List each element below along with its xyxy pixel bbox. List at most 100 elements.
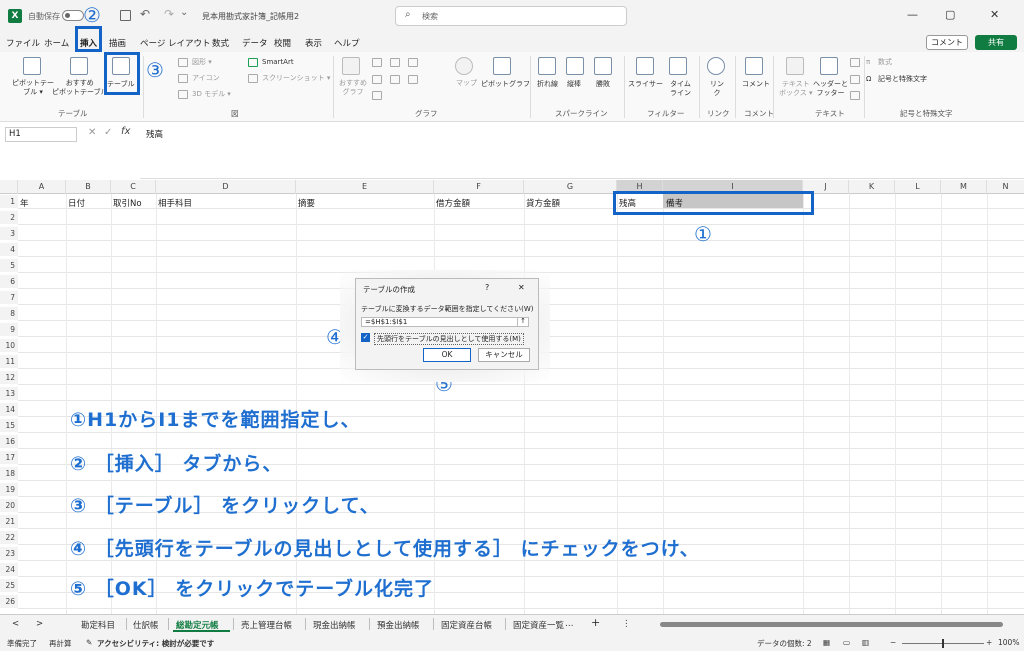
- share-button[interactable]: 共有: [975, 35, 1017, 50]
- dialog-help-icon[interactable]: ?: [485, 283, 489, 292]
- cell-g1[interactable]: 貸方金額: [526, 197, 560, 209]
- link-button[interactable]: リン ク: [710, 80, 724, 98]
- tab-file[interactable]: ファイル: [6, 37, 40, 49]
- pivot-chart-button[interactable]: ピボットグラフ: [481, 80, 530, 89]
- recommended-charts-button[interactable]: おすすめ グラフ: [339, 79, 367, 97]
- select-all-corner[interactable]: [0, 180, 18, 194]
- link-icon[interactable]: [707, 57, 725, 75]
- sparkline-line-button[interactable]: 折れ線: [537, 80, 558, 89]
- sparkline-line-icon[interactable]: [538, 57, 556, 75]
- recommended-pivot-icon[interactable]: [70, 57, 88, 75]
- row-header[interactable]: 11: [0, 355, 18, 368]
- shapes-button[interactable]: 図形 ▾: [192, 58, 212, 67]
- bar-chart-icon[interactable]: [372, 75, 382, 84]
- icons-icon[interactable]: [178, 74, 188, 83]
- shapes-icon[interactable]: [178, 58, 188, 67]
- pie-chart-icon[interactable]: [408, 58, 418, 67]
- row-header[interactable]: 7: [0, 291, 18, 304]
- formula-bar-area[interactable]: [140, 124, 1024, 179]
- cell-d1[interactable]: 相手科目: [158, 197, 192, 209]
- 3d-models-button[interactable]: 3D モデル ▾: [192, 90, 231, 99]
- screenshot-icon[interactable]: [248, 74, 258, 83]
- row-header[interactable]: 5: [0, 259, 18, 272]
- header-footer-icon[interactable]: [820, 57, 838, 75]
- row-header[interactable]: 2: [0, 211, 18, 224]
- header-footer-button[interactable]: ヘッダーと フッター: [813, 80, 848, 98]
- save-icon[interactable]: [120, 10, 131, 21]
- tab-page-layout[interactable]: ページ レイアウト: [140, 37, 211, 49]
- tab-review[interactable]: 校閲: [274, 37, 291, 49]
- cell-e1[interactable]: 摘要: [298, 197, 315, 209]
- sparkline-winloss-icon[interactable]: [594, 57, 612, 75]
- pivot-table-button[interactable]: ピボットテー ブル ▾: [12, 79, 54, 97]
- row-header[interactable]: 10: [0, 339, 18, 352]
- sheet-tab[interactable]: 預金出納帳: [377, 619, 420, 631]
- cancel-button[interactable]: キャンセル: [478, 348, 530, 362]
- row-header[interactable]: 12: [0, 371, 18, 384]
- ok-button[interactable]: OK: [423, 348, 471, 362]
- pivot-table-icon[interactable]: [23, 57, 41, 75]
- row-header[interactable]: 18: [0, 467, 18, 480]
- formula-input[interactable]: 残高: [146, 128, 163, 140]
- recommended-charts-icon[interactable]: [342, 57, 360, 75]
- column-header[interactable]: N: [987, 180, 1024, 194]
- row-header[interactable]: 23: [0, 547, 18, 560]
- zoom-in-icon[interactable]: +: [986, 638, 992, 647]
- accessibility-status[interactable]: アクセシビリティ: 検討が必要です: [97, 638, 214, 649]
- name-box[interactable]: H1: [5, 127, 77, 142]
- page-break-view-icon[interactable]: ▥: [862, 638, 869, 647]
- maximize-button[interactable]: ▢: [945, 8, 955, 21]
- equation-button[interactable]: 数式: [878, 58, 892, 67]
- column-chart-icon[interactable]: [372, 58, 382, 67]
- map-chart-button[interactable]: マップ: [456, 79, 477, 88]
- dialog-close-icon[interactable]: ✕: [518, 283, 525, 292]
- row-header[interactable]: 19: [0, 483, 18, 496]
- textbox-button[interactable]: テキスト ボックス ▾: [779, 80, 813, 98]
- add-sheet-button[interactable]: +: [591, 616, 600, 629]
- combo-chart-icon[interactable]: [372, 91, 382, 100]
- textbox-icon[interactable]: [786, 57, 804, 75]
- enter-formula-icon[interactable]: ✓: [104, 127, 112, 138]
- row-header[interactable]: 15: [0, 419, 18, 432]
- icons-button[interactable]: アイコン: [192, 74, 220, 83]
- row-header[interactable]: 17: [0, 451, 18, 464]
- comment-icon[interactable]: [745, 57, 763, 75]
- screenshot-button[interactable]: スクリーンショット ▾: [262, 74, 330, 83]
- close-button[interactable]: ✕: [990, 8, 999, 21]
- row-header[interactable]: 26: [0, 595, 18, 608]
- quick-access-more-icon[interactable]: ⌄: [180, 7, 188, 18]
- row-header[interactable]: 16: [0, 435, 18, 448]
- minimize-button[interactable]: —: [907, 8, 918, 21]
- row-header[interactable]: 1: [0, 195, 18, 208]
- symbol-button[interactable]: 記号と特殊文字: [878, 75, 927, 84]
- signature-line-icon[interactable]: [850, 75, 860, 84]
- symbol-icon[interactable]: Ω: [866, 75, 871, 84]
- tab-help[interactable]: ヘルプ: [334, 37, 360, 49]
- scatter-chart-icon[interactable]: [408, 75, 418, 84]
- timeline-icon[interactable]: [669, 57, 687, 75]
- tab-formulas[interactable]: 数式: [212, 37, 229, 49]
- normal-view-icon[interactable]: ▦: [823, 638, 830, 647]
- insert-comment-button[interactable]: コメント: [742, 80, 770, 89]
- sheet-tab[interactable]: 固定資産一覧: [513, 619, 565, 631]
- sheet-next-button[interactable]: >: [36, 619, 43, 629]
- row-header[interactable]: 20: [0, 499, 18, 512]
- tab-view[interactable]: 表示: [305, 37, 322, 49]
- row-header[interactable]: 22: [0, 531, 18, 544]
- sparkline-winloss-button[interactable]: 勝敗: [596, 80, 610, 89]
- zoom-slider-thumb[interactable]: [942, 639, 944, 648]
- sheet-tab[interactable]: 現金出納帳: [313, 619, 356, 631]
- map-chart-icon[interactable]: [455, 57, 473, 75]
- column-header[interactable]: D: [156, 180, 296, 194]
- row-header[interactable]: 9: [0, 323, 18, 336]
- tab-draw[interactable]: 描画: [109, 37, 126, 49]
- row-header[interactable]: 3: [0, 227, 18, 240]
- redo-icon[interactable]: ↷: [164, 7, 174, 21]
- row-header[interactable]: 8: [0, 307, 18, 320]
- sheet-tab[interactable]: 売上管理台帳: [241, 619, 292, 631]
- recommended-pivot-button[interactable]: おすすめ ピボットテーブル: [52, 79, 108, 97]
- sheet-options-icon[interactable]: ⋮: [622, 619, 631, 629]
- sparkline-column-button[interactable]: 縦棒: [567, 80, 581, 89]
- horizontal-scrollbar[interactable]: [660, 622, 1003, 627]
- smartart-button[interactable]: SmartArt: [262, 58, 294, 67]
